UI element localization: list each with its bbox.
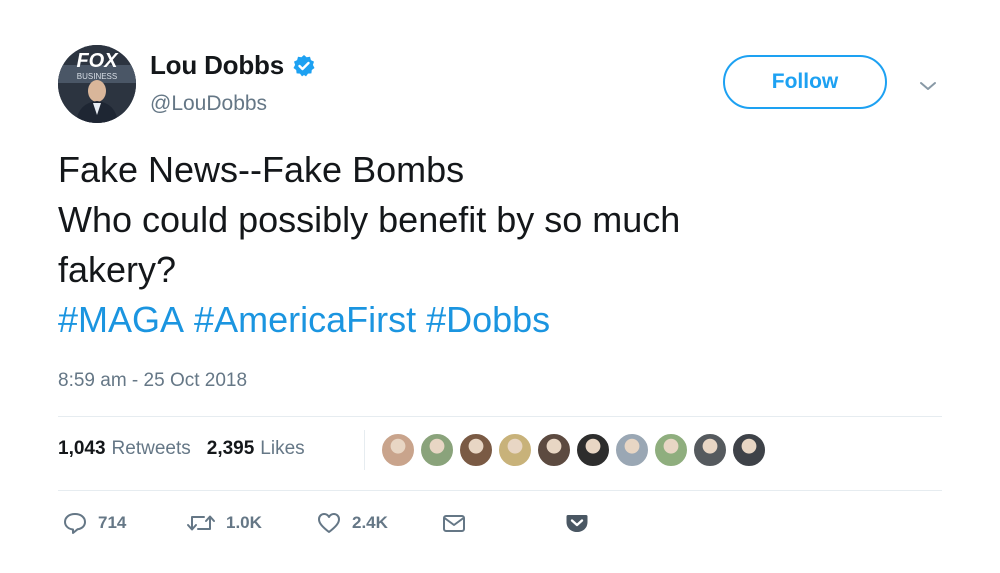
display-name[interactable]: Lou Dobbs <box>150 50 284 81</box>
hashtag-link-americafirst[interactable]: #AmericaFirst <box>194 299 416 340</box>
heart-icon <box>318 513 340 533</box>
liker-avatar-8[interactable] <box>653 432 689 468</box>
liker-avatar-7[interactable] <box>614 432 650 468</box>
tweet-line: fakery? <box>58 249 177 290</box>
liker-avatar-6[interactable] <box>575 432 611 468</box>
hashtags: #MAGA #AmericaFirst #Dobbs <box>58 295 938 345</box>
reply-icon <box>64 513 86 534</box>
reply-count: 714 <box>98 513 127 532</box>
liker-avatars <box>380 432 770 468</box>
follow-button[interactable]: Follow <box>723 55 887 109</box>
retweet-icon <box>187 515 215 531</box>
retweets-label: Retweets <box>111 438 191 459</box>
stats-separator <box>364 430 365 470</box>
pocket-icon <box>566 515 588 532</box>
retweets-count: 1,043 <box>58 438 106 459</box>
tweet-stats: 1,043 Retweets 2,395 Likes <box>58 438 321 460</box>
liker-avatar-9[interactable] <box>692 432 728 468</box>
hashtag-link-dobbs[interactable]: #Dobbs <box>426 299 550 340</box>
likes-stat[interactable]: 2,395 Likes <box>207 438 305 460</box>
pocket-button[interactable] <box>565 510 589 536</box>
direct-message-button[interactable] <box>442 510 466 536</box>
user-handle[interactable]: @LouDobbs <box>150 92 267 116</box>
avatar-image: FOX BUSINESS <box>58 45 136 123</box>
svg-text:BUSINESS: BUSINESS <box>77 72 117 81</box>
tweet-line: Fake News--Fake Bombs <box>58 149 465 190</box>
retweet-button[interactable]: 1.0K <box>186 510 262 536</box>
liker-avatar-1[interactable] <box>380 432 416 468</box>
like-button[interactable]: 2.4K <box>316 510 388 536</box>
liker-avatar-2[interactable] <box>419 432 455 468</box>
tweet-card: FOX BUSINESS Lou Dobbs @LouDobbs Follow … <box>0 0 1000 573</box>
retweets-stat[interactable]: 1,043 Retweets <box>58 438 191 460</box>
liker-avatar-4[interactable] <box>497 432 533 468</box>
tweet-line: Who could possibly benefit by so much <box>58 199 681 240</box>
envelope-icon <box>443 515 465 532</box>
verified-badge-icon <box>293 54 315 76</box>
liker-avatar-3[interactable] <box>458 432 494 468</box>
liker-avatar-5[interactable] <box>536 432 572 468</box>
avatar[interactable]: FOX BUSINESS <box>58 45 136 123</box>
like-count: 2.4K <box>352 513 388 532</box>
reply-button[interactable]: 714 <box>62 510 126 536</box>
tweet-text: Fake News--Fake Bombs Who could possibly… <box>58 145 938 345</box>
likes-count: 2,395 <box>206 438 255 459</box>
name-row: Lou Dobbs <box>150 50 316 81</box>
likes-label: Likes <box>260 438 305 459</box>
hashtag-link-maga[interactable]: #MAGA <box>58 299 184 340</box>
liker-avatar-10[interactable] <box>731 432 767 468</box>
retweet-count: 1.0K <box>226 513 262 532</box>
chevron-down-icon[interactable] <box>917 78 939 94</box>
timestamp[interactable]: 8:59 am - 25 Oct 2018 <box>58 370 247 392</box>
divider <box>58 490 942 491</box>
action-bar: 714 1.0K 2.4K <box>62 510 622 540</box>
svg-text:FOX: FOX <box>76 50 119 72</box>
divider <box>58 416 942 417</box>
